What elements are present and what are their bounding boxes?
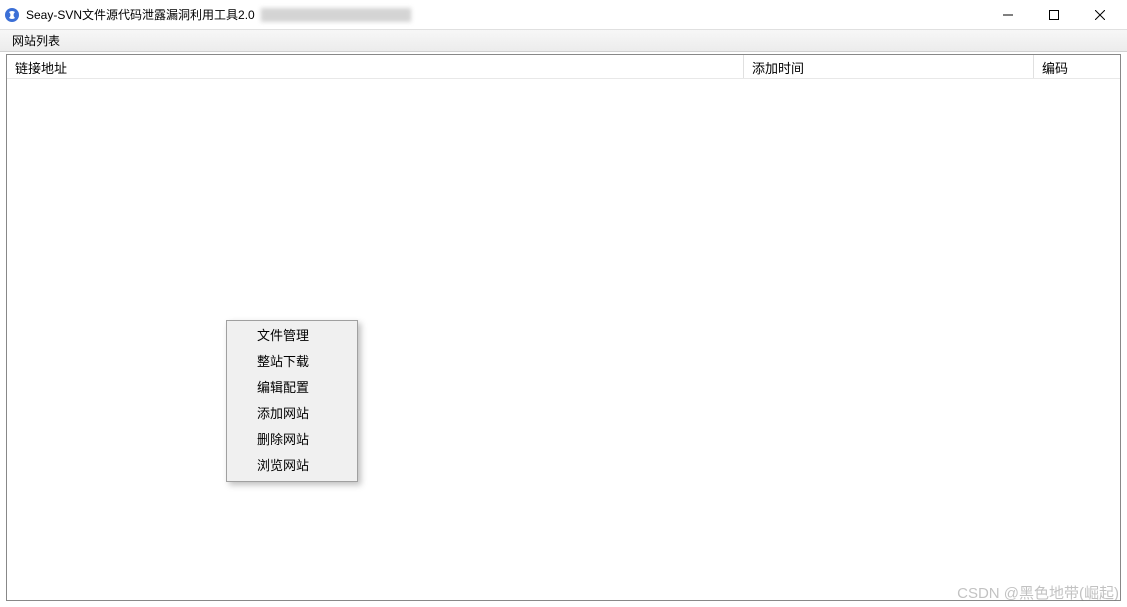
column-header-url[interactable]: 链接地址 [7, 55, 744, 78]
ctx-add-site[interactable]: 添加网站 [229, 401, 355, 427]
column-header-time[interactable]: 添加时间 [744, 55, 1034, 78]
menubar: 网站列表 [0, 30, 1127, 52]
ctx-browse-site[interactable]: 浏览网站 [229, 453, 355, 479]
ctx-file-manage[interactable]: 文件管理 [229, 323, 355, 349]
maximize-button[interactable] [1031, 0, 1077, 30]
column-header-tail [1104, 55, 1120, 78]
menu-item-site-list[interactable]: 网站列表 [4, 30, 68, 51]
title-blurred-section [261, 8, 411, 22]
column-header-encoding[interactable]: 编码 [1034, 55, 1104, 78]
titlebar: Seay-SVN文件源代码泄露漏洞利用工具2.0 [0, 0, 1127, 30]
ctx-edit-config[interactable]: 编辑配置 [229, 375, 355, 401]
app-icon [4, 7, 20, 23]
ctx-delete-site[interactable]: 删除网站 [229, 427, 355, 453]
close-button[interactable] [1077, 0, 1123, 30]
context-menu: 文件管理 整站下载 编辑配置 添加网站 删除网站 浏览网站 [226, 320, 358, 482]
window-controls [985, 0, 1123, 30]
table-header-row: 链接地址 添加时间 编码 [7, 55, 1120, 79]
minimize-button[interactable] [985, 0, 1031, 30]
content-panel: 链接地址 添加时间 编码 [6, 54, 1121, 601]
window-title: Seay-SVN文件源代码泄露漏洞利用工具2.0 [26, 6, 255, 23]
ctx-download-site[interactable]: 整站下载 [229, 349, 355, 375]
